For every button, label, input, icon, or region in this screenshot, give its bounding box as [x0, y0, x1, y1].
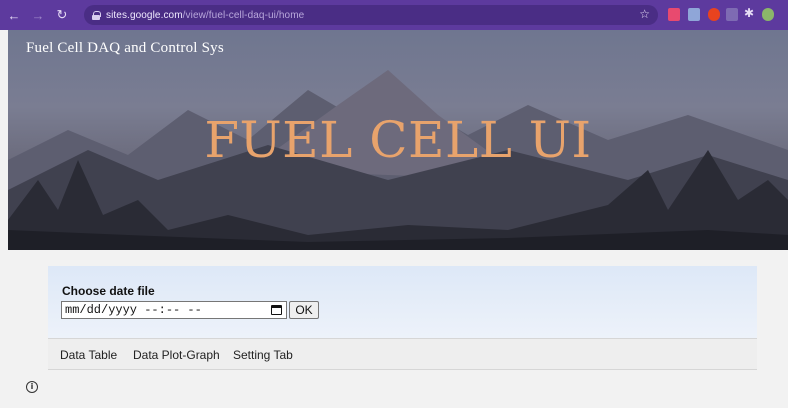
- extension-icon-shield[interactable]: [708, 8, 720, 21]
- extensions-puzzle-icon[interactable]: ✱: [744, 6, 756, 20]
- extension-icon-pocket[interactable]: [668, 8, 680, 21]
- hero-title: FUEL CELL UI: [204, 111, 592, 169]
- back-icon[interactable]: ←: [4, 5, 24, 25]
- calendar-icon[interactable]: [271, 305, 282, 315]
- choose-date-file-label: Choose date file: [62, 284, 155, 298]
- tab-data-table[interactable]: Data Table: [60, 348, 117, 362]
- ok-button[interactable]: OK: [289, 301, 319, 319]
- browser-toolbar: ← → ↻ sites.google.com/view/fuel-cell-da…: [0, 0, 788, 30]
- bookmark-star-icon[interactable]: ☆: [639, 7, 650, 21]
- extension-icon-grid[interactable]: [726, 8, 738, 21]
- info-icon[interactable]: i: [26, 381, 38, 393]
- date-file-panel: Choose date file mm/dd/yyyy --:-- -- OK: [48, 266, 757, 338]
- hero-banner: Fuel Cell DAQ and Control Sys FUEL CELL …: [8, 30, 788, 250]
- reload-icon[interactable]: ↻: [52, 5, 72, 25]
- address-bar[interactable]: sites.google.com/view/fuel-cell-daq-ui/h…: [84, 5, 658, 25]
- tab-setting[interactable]: Setting Tab: [233, 348, 293, 362]
- extension-icon-reader[interactable]: [688, 8, 700, 21]
- site-title[interactable]: Fuel Cell DAQ and Control Sys: [26, 40, 224, 57]
- profile-avatar[interactable]: [762, 8, 774, 21]
- lock-icon: [92, 10, 101, 20]
- address-url: sites.google.com/view/fuel-cell-daq-ui/h…: [106, 9, 305, 21]
- tab-data-plot-graph[interactable]: Data Plot-Graph: [133, 348, 220, 362]
- tab-bar: Data Table Data Plot-Graph Setting Tab: [48, 338, 757, 370]
- datetime-input[interactable]: mm/dd/yyyy --:-- --: [61, 301, 287, 319]
- forward-icon[interactable]: →: [28, 5, 48, 25]
